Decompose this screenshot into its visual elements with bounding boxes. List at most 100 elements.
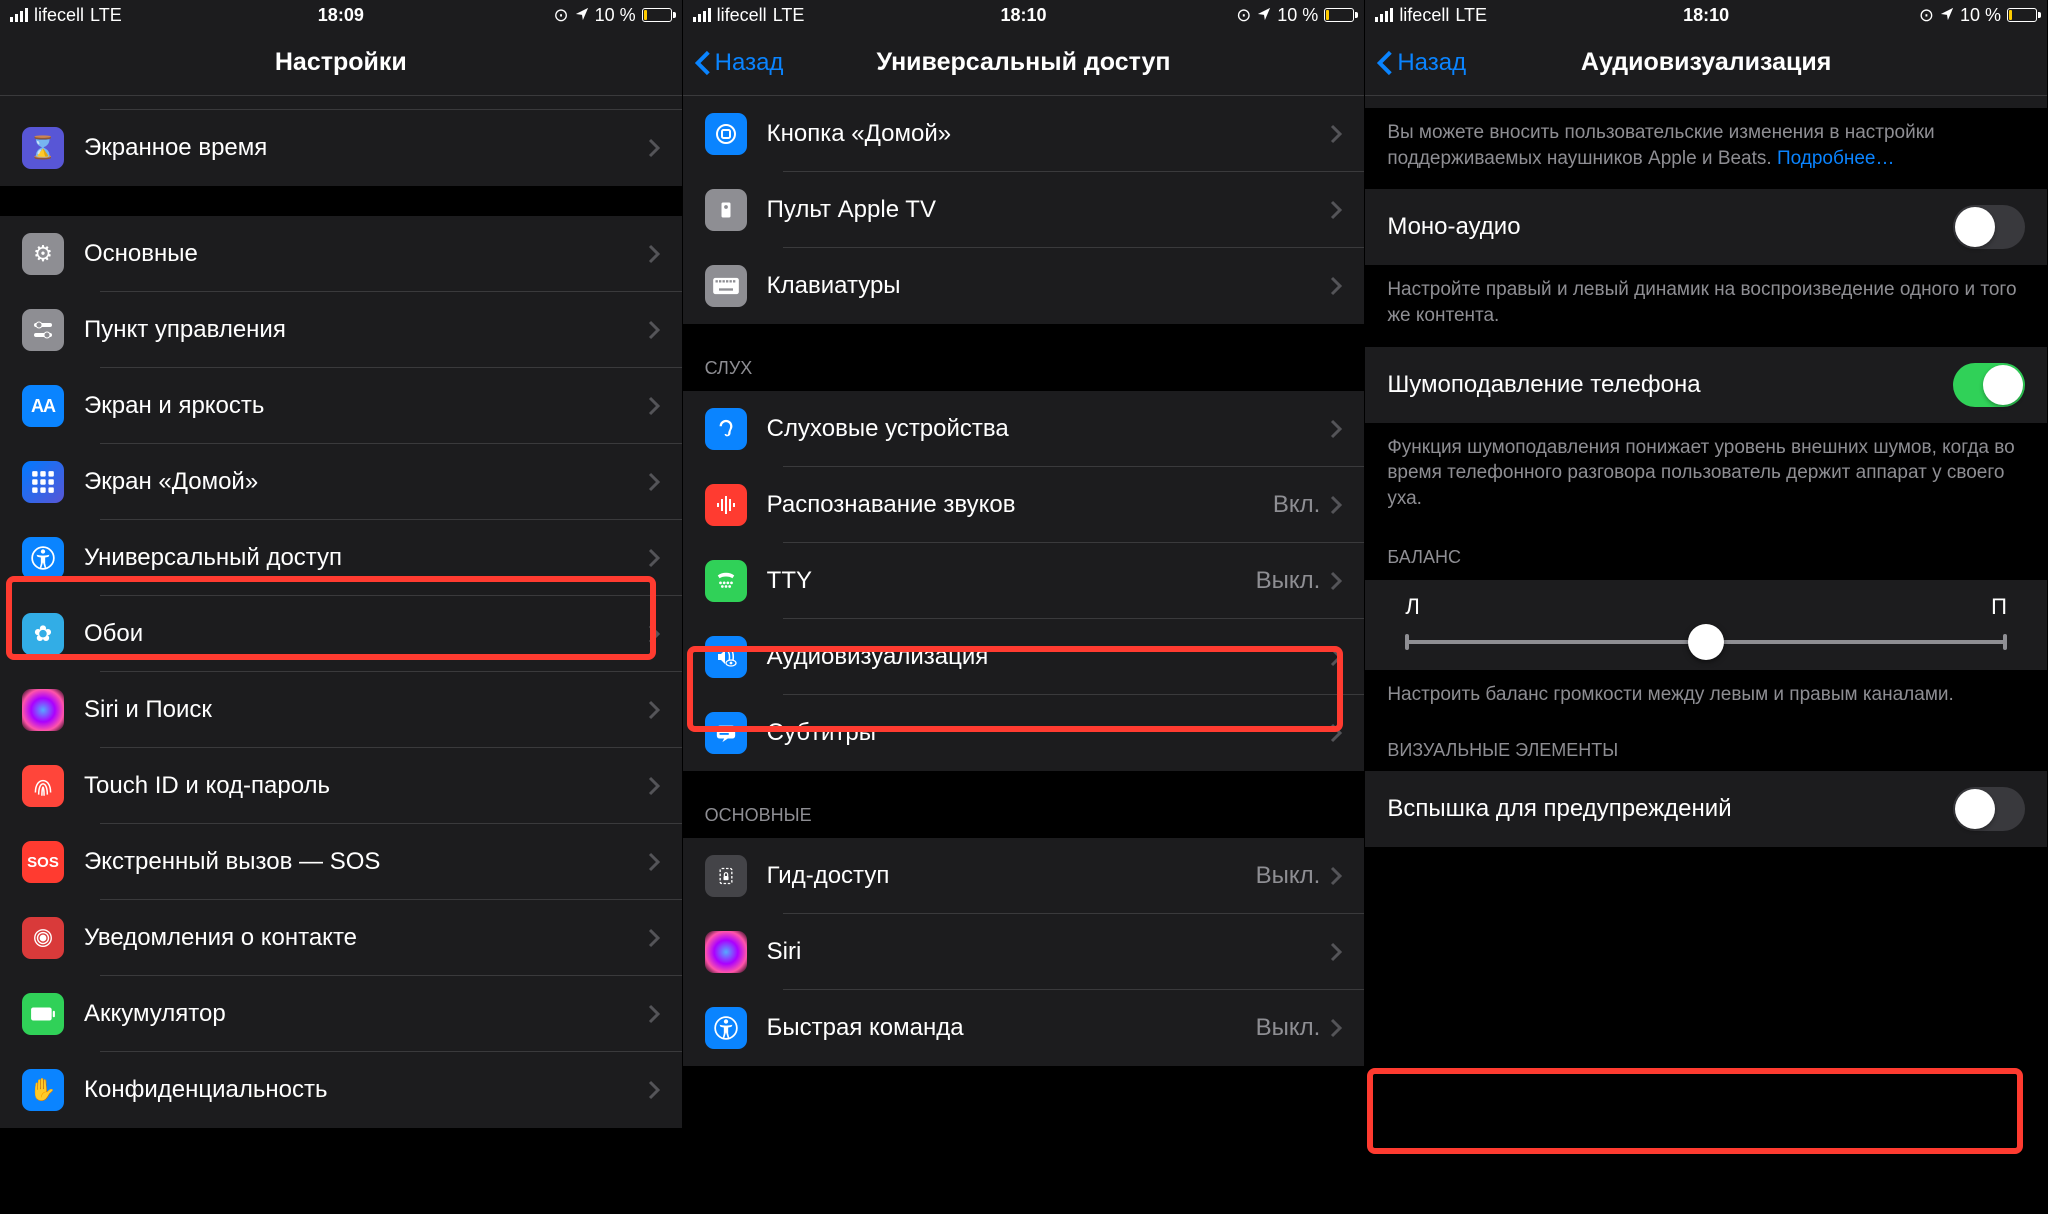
home-button-icon <box>705 113 747 155</box>
back-button[interactable]: Назад <box>1377 49 1466 77</box>
row-wallpaper[interactable]: ✿ Обои <box>0 596 682 672</box>
row-mono-audio[interactable]: Моно-аудио <box>1365 189 2047 265</box>
siri-icon <box>22 689 64 731</box>
row-accessibility[interactable]: Универсальный доступ <box>0 520 682 596</box>
row-value: Вкл. <box>1273 491 1320 519</box>
subtitles-icon <box>705 712 747 754</box>
alarm-icon: ⊙ <box>1236 5 1251 26</box>
led-flash-switch[interactable] <box>1953 787 2025 831</box>
chevron-right-icon <box>1330 124 1342 144</box>
noise-desc: Функция шумоподавления понижает уровень … <box>1365 423 2047 530</box>
row-unknown-purple[interactable] <box>0 96 682 110</box>
chevron-right-icon <box>648 138 660 158</box>
nav-bar: Назад Универсальный доступ <box>683 30 1365 96</box>
chevron-right-icon <box>648 624 660 644</box>
accessibility-icon <box>22 537 64 579</box>
carrier-label: lifecell <box>1399 5 1449 26</box>
row-led-flash[interactable]: Вспышка для предупреждений <box>1365 771 2047 847</box>
network-label: LTE <box>90 5 122 26</box>
row-battery[interactable]: Аккумулятор <box>0 976 682 1052</box>
balance-left-label: Л <box>1405 594 1419 620</box>
carrier-label: lifecell <box>34 5 84 26</box>
row-home-button[interactable]: Кнопка «Домой» <box>683 96 1365 172</box>
gear-icon: ⚙ <box>22 233 64 275</box>
chevron-right-icon <box>1330 647 1342 667</box>
balance-right-label: П <box>1991 594 2007 620</box>
battery-icon <box>2007 8 2037 22</box>
location-icon <box>575 5 589 26</box>
chevron-right-icon <box>1330 276 1342 296</box>
section-hearing: СЛУХ <box>683 324 1365 391</box>
chevron-right-icon <box>1330 200 1342 220</box>
hand-icon: ✋ <box>22 1069 64 1111</box>
row-tty[interactable]: TTY Выкл. <box>683 543 1365 619</box>
row-screentime[interactable]: ⌛ Экранное время <box>0 110 682 186</box>
row-value: Выкл. <box>1256 567 1321 595</box>
row-sos[interactable]: SOS Экстренный вызов — SOS <box>0 824 682 900</box>
section-balance: БАЛАНС <box>1365 529 2047 580</box>
ear-icon <box>705 408 747 450</box>
chevron-right-icon <box>648 320 660 340</box>
section-general: ОСНОВНЫЕ <box>683 771 1365 838</box>
row-control-center[interactable]: Пункт управления <box>0 292 682 368</box>
location-icon <box>1257 5 1271 26</box>
chevron-right-icon <box>648 1004 660 1024</box>
flower-icon: ✿ <box>22 613 64 655</box>
remote-icon <box>705 189 747 231</box>
alarm-icon: ⊙ <box>554 5 569 26</box>
toggles-icon <box>22 309 64 351</box>
learn-more-link[interactable]: Подробнее… <box>1777 148 1895 169</box>
row-apple-tv[interactable]: Пульт Apple TV <box>683 172 1365 248</box>
nav-title: Настройки <box>275 48 407 77</box>
location-icon <box>1940 5 1954 26</box>
balance-slider[interactable] <box>1405 640 2007 644</box>
back-button[interactable]: Назад <box>695 49 784 77</box>
row-subtitles[interactable]: Субтитры <box>683 695 1365 771</box>
noise-cancel-switch[interactable] <box>1953 363 2025 407</box>
chevron-right-icon <box>648 852 660 872</box>
row-hearing-devices[interactable]: Слуховые устройства <box>683 391 1365 467</box>
headphones-desc: Вы можете вносить пользовательские измен… <box>1365 108 2047 189</box>
row-noise-cancel[interactable]: Шумоподавление телефона <box>1365 347 2047 423</box>
mono-audio-switch[interactable] <box>1953 205 2025 249</box>
battery-percent: 10 % <box>595 5 636 26</box>
back-label: Назад <box>715 49 784 77</box>
siri-icon <box>705 931 747 973</box>
row-value: Выкл. <box>1256 1014 1321 1042</box>
chevron-right-icon <box>648 244 660 264</box>
row-guided-access[interactable]: Гид-доступ Выкл. <box>683 838 1365 914</box>
balance-slider-container: Л П <box>1365 580 2047 670</box>
slider-knob[interactable] <box>1688 624 1724 660</box>
chevron-right-icon <box>648 1080 660 1100</box>
battery-icon <box>642 8 672 22</box>
nav-bar: Настройки <box>0 30 682 96</box>
row-shortcut[interactable]: Быстрая команда Выкл. <box>683 990 1365 1066</box>
chevron-right-icon <box>648 776 660 796</box>
network-label: LTE <box>1455 5 1487 26</box>
row-sound-recognition[interactable]: Распознавание звуков Вкл. <box>683 467 1365 543</box>
tty-icon <box>705 560 747 602</box>
row-siri[interactable]: Siri и Поиск <box>0 672 682 748</box>
row-audio-visual[interactable]: Аудиовизуализация <box>683 619 1365 695</box>
waveform-icon <box>705 484 747 526</box>
row-home-screen[interactable]: Экран «Домой» <box>0 444 682 520</box>
status-bar: lifecell LTE 18:10 ⊙ 10 % <box>1365 0 2047 30</box>
alarm-icon: ⊙ <box>1919 5 1934 26</box>
row-privacy[interactable]: ✋ Конфиденциальность <box>0 1052 682 1128</box>
row-touchid[interactable]: Touch ID и код-пароль <box>0 748 682 824</box>
battery-icon <box>22 993 64 1035</box>
nav-bar: Назад Аудиовизуализация <box>1365 30 2047 96</box>
row-siri[interactable]: Siri <box>683 914 1365 990</box>
battery-percent: 10 % <box>1277 5 1318 26</box>
network-label: LTE <box>773 5 805 26</box>
row-exposure[interactable]: Уведомления о контакте <box>0 900 682 976</box>
exposure-icon <box>22 917 64 959</box>
back-label: Назад <box>1397 49 1466 77</box>
row-general[interactable]: ⚙ Основные <box>0 216 682 292</box>
row-keyboards[interactable]: Клавиатуры <box>683 248 1365 324</box>
row-display[interactable]: AA Экран и яркость <box>0 368 682 444</box>
row-value: Выкл. <box>1256 862 1321 890</box>
signal-icon <box>10 8 28 22</box>
battery-percent: 10 % <box>1960 5 2001 26</box>
apps-grid-icon <box>22 461 64 503</box>
